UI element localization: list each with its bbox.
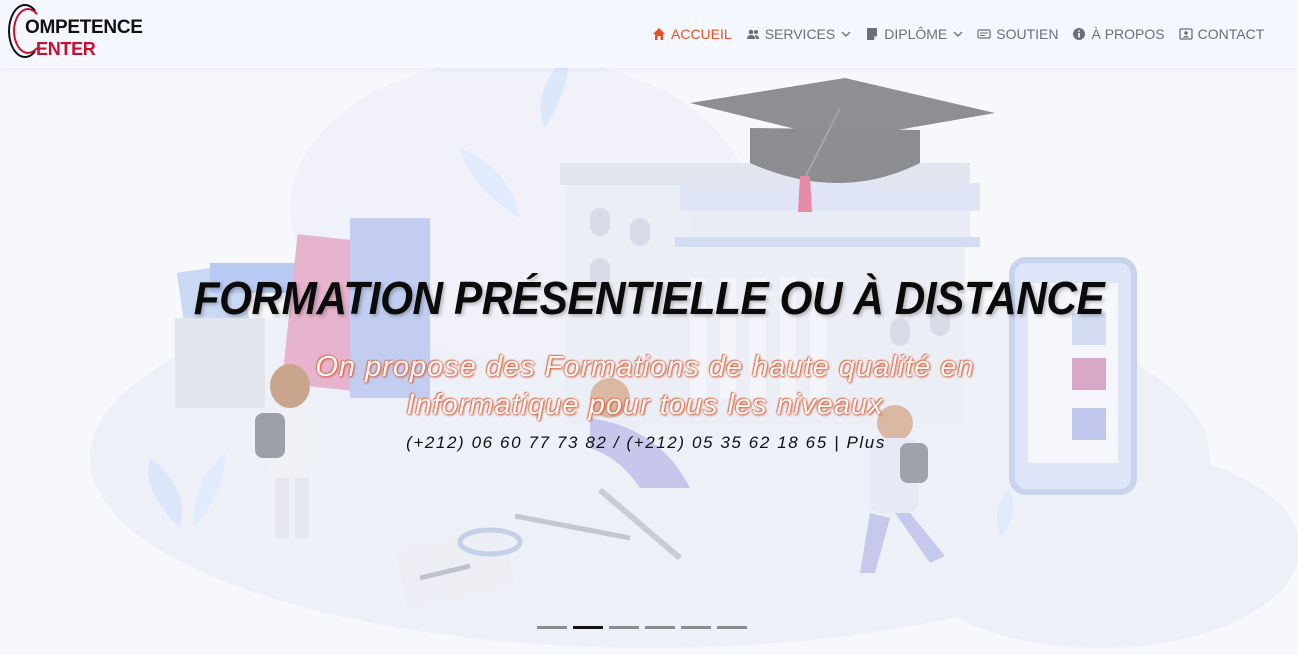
contact-icon: [1178, 28, 1193, 40]
nav-item-diplome[interactable]: DIPLÔME: [865, 0, 963, 68]
info-icon: [1073, 28, 1086, 40]
card-icon: [977, 29, 991, 39]
hero-contact-phones[interactable]: (+212) 06 60 77 73 82 / (+212) 05 35 62 …: [0, 433, 1292, 453]
hero-carousel: FORMATION PRÉSENTIELLE OU À DISTANCE On …: [0, 68, 1298, 655]
hero-subtitle: On propose des Formations de haute quali…: [240, 348, 1050, 424]
logo-line2: ENTER: [36, 39, 96, 59]
nav-item-soutien[interactable]: SOUTIEN: [977, 0, 1058, 68]
chevron-down-icon: [841, 31, 851, 37]
competence-center-logo[interactable]: OMPETENCE ENTER: [8, 2, 143, 64]
nav-label-contact: CONTACT: [1197, 26, 1265, 42]
users-icon: [746, 29, 759, 39]
carousel-indicator[interactable]: [681, 626, 711, 629]
nav-label-diplome: DIPLÔME: [884, 26, 948, 42]
carousel-indicator[interactable]: [537, 626, 567, 629]
nav-item-accueil[interactable]: ACCUEIL: [652, 0, 732, 68]
hero-subtitle-line1: On propose des Formations de haute quali…: [315, 351, 975, 383]
carousel-indicator[interactable]: [609, 626, 639, 629]
nav-item-contact[interactable]: CONTACT: [1178, 0, 1265, 68]
site-header: OMPETENCE ENTER ACCUEIL SERVICES DIPLÔME…: [0, 0, 1298, 68]
document-icon: [867, 28, 878, 40]
nav-label-soutien: SOUTIEN: [996, 26, 1059, 42]
hero-title: FORMATION PRÉSENTIELLE OU À DISTANCE: [193, 272, 1105, 324]
nav-label-services: SERVICES: [764, 26, 836, 42]
carousel-indicator[interactable]: [645, 626, 675, 629]
carousel-indicator[interactable]: [717, 626, 747, 629]
home-icon: [653, 28, 665, 40]
logo-line1: OMPETENCE: [25, 17, 143, 38]
nav-item-a-propos[interactable]: À PROPOS: [1072, 0, 1165, 68]
nav-label-a-propos: À PROPOS: [1091, 26, 1165, 42]
nav-item-services[interactable]: SERVICES: [746, 0, 852, 68]
carousel-indicators: [537, 626, 753, 629]
carousel-indicator-active[interactable]: [573, 626, 603, 629]
hero-subtitle-line2: Informatique pour tous les niveaux: [406, 389, 884, 421]
nav-label-accueil: ACCUEIL: [671, 26, 732, 42]
chevron-down-icon: [953, 31, 963, 37]
main-nav: ACCUEIL SERVICES DIPLÔME SOUTIEN À PROPO…: [652, 0, 1278, 68]
